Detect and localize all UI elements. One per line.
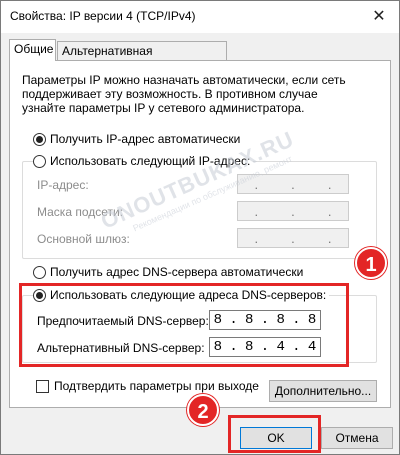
checkbox[interactable] <box>36 379 49 393</box>
radio-ip-auto[interactable]: Получить IP-адрес автоматически <box>33 132 244 146</box>
subnet-mask-field[interactable]: ... <box>237 201 349 221</box>
radio-dns-auto[interactable]: Получить адрес DNS-сервера автоматически <box>33 265 307 279</box>
title-bar: Свойства: IP версии 4 (TCP/IPv4) ✕ <box>1 1 399 33</box>
description-text: Параметры IP можно назначать автоматичес… <box>22 73 346 115</box>
subnet-mask-label: Маска подсети: <box>37 205 124 219</box>
radio-button[interactable] <box>33 154 46 168</box>
ip-address-label: IP-адрес: <box>37 178 89 192</box>
tab-alternate-configuration[interactable]: Альтернативная конфигурация <box>57 41 227 72</box>
ipv4-properties-dialog: Свойства: IP версии 4 (TCP/IPv4) ✕ Общие… <box>0 0 400 455</box>
close-icon[interactable]: ✕ <box>367 5 391 29</box>
default-gateway-label: Основной шлюз: <box>37 232 130 246</box>
cancel-button[interactable]: Отмена <box>321 427 393 449</box>
confirm-on-exit-label: Подтвердить параметры при выходе <box>54 379 259 393</box>
dns-highlight-frame <box>19 283 349 367</box>
radio-ip-manual[interactable]: Использовать следующий IP-адрес: <box>33 154 254 168</box>
ip-address-field[interactable]: ... <box>237 174 349 194</box>
confirm-on-exit-checkbox[interactable]: Подтвердить параметры при выходе <box>36 379 259 393</box>
radio-button-checked[interactable] <box>33 132 46 146</box>
ok-highlight-frame <box>228 415 321 453</box>
window-title: Свойства: IP версии 4 (TCP/IPv4) <box>10 9 196 23</box>
step-badge-2: 2 <box>187 394 219 426</box>
advanced-button[interactable]: Дополнительно... <box>269 380 377 402</box>
tab-general[interactable]: Общие <box>9 39 56 61</box>
radio-ip-auto-label: Получить IP-адрес автоматически <box>50 132 241 146</box>
radio-dns-auto-label: Получить адрес DNS-сервера автоматически <box>50 265 304 279</box>
default-gateway-field[interactable]: ... <box>237 228 349 248</box>
step-badge-1: 1 <box>355 247 387 279</box>
radio-ip-manual-label: Использовать следующий IP-адрес: <box>50 154 251 168</box>
radio-button[interactable] <box>33 265 46 279</box>
